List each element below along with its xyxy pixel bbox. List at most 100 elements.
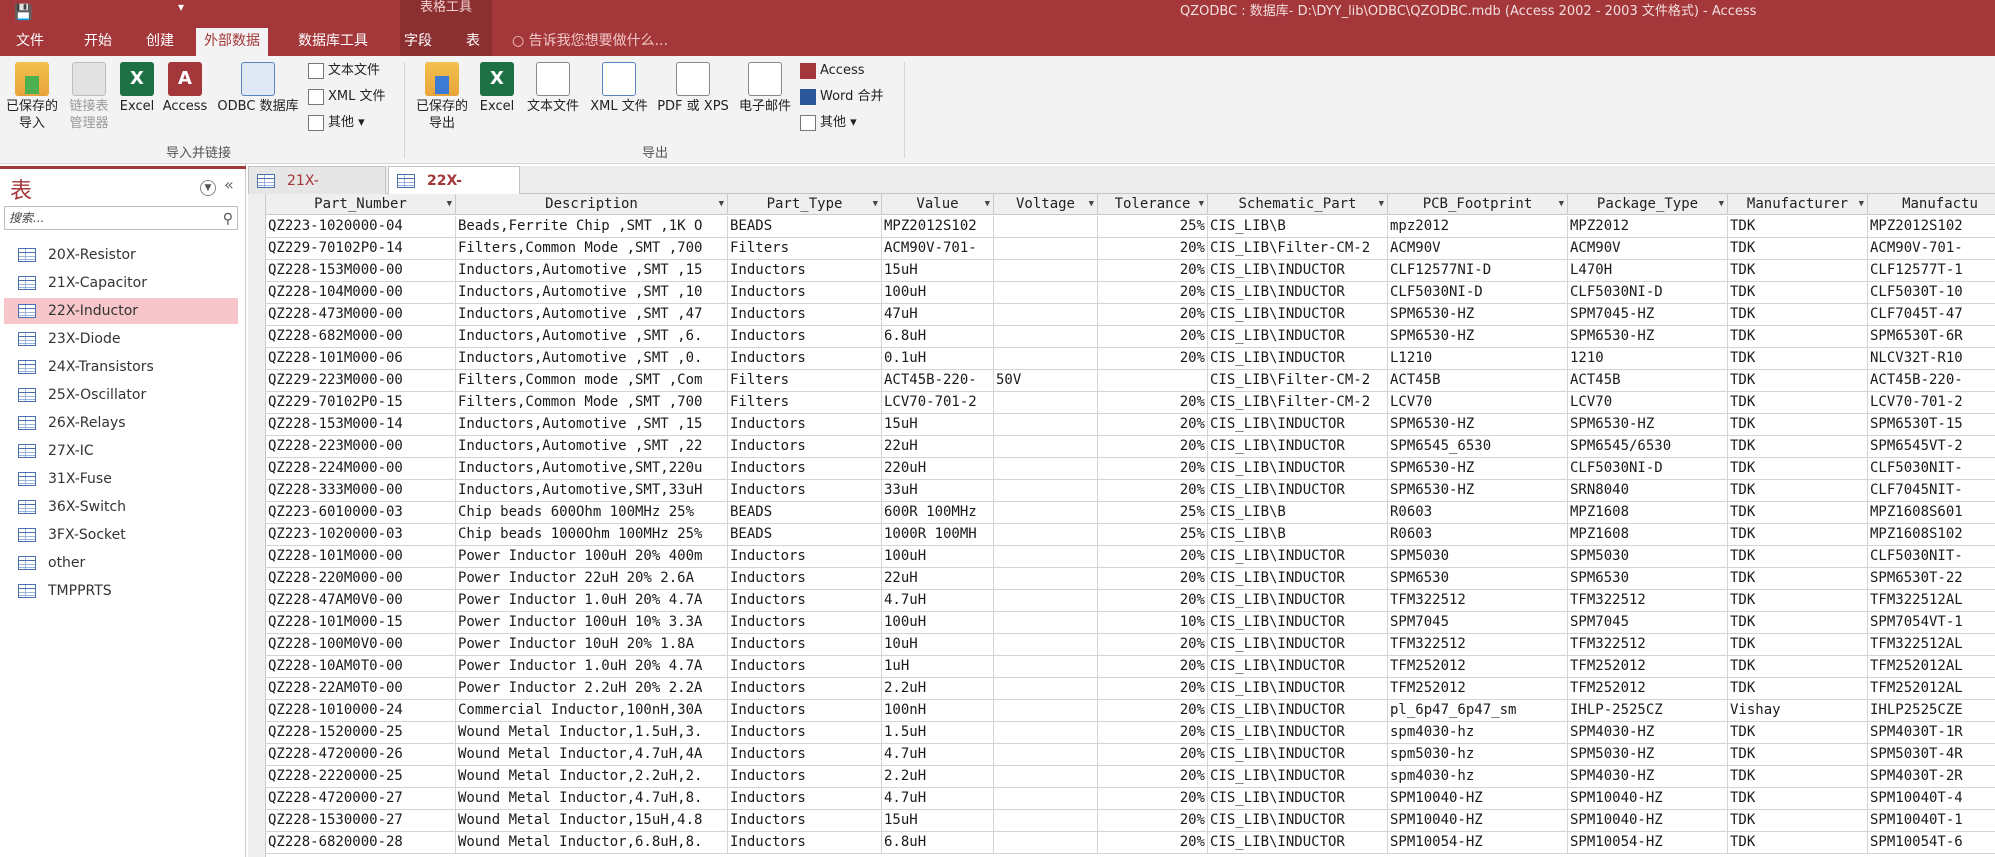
table-cell[interactable]: Inductors [728, 480, 882, 502]
table-row[interactable]: QZ228-22AM0T0-00 Power Inductor 2.2uH 20%… [248, 678, 1995, 700]
email-button[interactable]: 电子邮件 [734, 62, 796, 115]
table-cell[interactable]: TDK [1728, 282, 1868, 304]
table-cell[interactable]: CIS_LIB\INDUCTOR [1208, 612, 1388, 634]
table-cell[interactable] [1098, 370, 1208, 392]
table-cell[interactable]: CIS_LIB\INDUCTOR [1208, 326, 1388, 348]
table-cell[interactable]: pl_6p47_6p47_sm [1388, 700, 1568, 722]
table-cell[interactable]: SPM6530T-6R [1868, 326, 1995, 348]
table-cell[interactable] [994, 282, 1098, 304]
table-cell[interactable]: R0603 [1388, 502, 1568, 524]
table-cell[interactable]: MPZ2012S102 [882, 216, 994, 238]
table-cell[interactable]: 15uH [882, 260, 994, 282]
table-cell[interactable]: SPM4030T-1R [1868, 722, 1995, 744]
export-xml-button[interactable]: XML 文件 [586, 62, 652, 115]
table-cell[interactable]: CLF5030NIT- [1868, 546, 1995, 568]
table-cell[interactable]: SPM6530T-15 [1868, 414, 1995, 436]
linked-table-manager-button[interactable]: 链接表 管理器 [64, 62, 114, 132]
table-cell[interactable]: TDK [1728, 304, 1868, 326]
table-cell[interactable]: Chip beads 1000Ohm 100MHz 25% [456, 524, 728, 546]
table-cell[interactable]: 100uH [882, 612, 994, 634]
table-cell[interactable]: Inductors [728, 766, 882, 788]
table-cell[interactable]: 20% [1098, 590, 1208, 612]
export-excel-button[interactable]: X Excel [476, 62, 518, 115]
table-cell[interactable]: SPM6530 [1568, 568, 1728, 590]
table-cell[interactable]: TFM252012 [1388, 678, 1568, 700]
table-cell[interactable]: LCV70 [1568, 392, 1728, 414]
table-row[interactable]: QZ228-47AM0V0-00 Power Inductor 1.0uH 20%… [248, 590, 1995, 612]
table-cell[interactable]: 20% [1098, 568, 1208, 590]
table-row[interactable]: QZ228-1530000-27 Wound Metal Inductor,15u… [248, 810, 1995, 832]
column-filter-arrow-icon[interactable]: ▼ [1089, 194, 1094, 214]
nav-table-item[interactable]: 25X-Oscillator [4, 382, 238, 408]
table-cell[interactable] [994, 436, 1098, 458]
customize-quick-access-icon[interactable]: ▾ [178, 0, 184, 14]
table-cell[interactable]: 1.5uH [882, 722, 994, 744]
table-cell[interactable] [994, 546, 1098, 568]
table-cell[interactable]: QZ229-70102P0-15 [266, 392, 456, 414]
table-cell[interactable]: TDK [1728, 480, 1868, 502]
table-cell[interactable]: 100uH [882, 282, 994, 304]
column-header[interactable]: Package_Type ▼ [1568, 194, 1728, 215]
table-cell[interactable]: TDK [1728, 546, 1868, 568]
table-cell[interactable]: QZ228-22AM0T0-00 [266, 678, 456, 700]
table-cell[interactable]: QZ228-10AM0T0-00 [266, 656, 456, 678]
table-cell[interactable]: TFM252012 [1568, 656, 1728, 678]
table-cell[interactable]: TFM252012AL [1868, 656, 1995, 678]
table-cell[interactable]: Power Inductor 2.2uH 20% 2.2A [456, 678, 728, 700]
import-xml-button[interactable]: XML 文件 [308, 86, 386, 108]
table-cell[interactable]: TDK [1728, 414, 1868, 436]
table-cell[interactable]: 20% [1098, 326, 1208, 348]
table-cell[interactable]: Inductors [728, 304, 882, 326]
table-cell[interactable]: TFM252012AL [1868, 678, 1995, 700]
table-cell[interactable]: Inductors [728, 260, 882, 282]
table-cell[interactable]: QZ229-70102P0-14 [266, 238, 456, 260]
table-cell[interactable]: CLF5030NI-D [1568, 282, 1728, 304]
tab-home[interactable]: 开始 [76, 28, 120, 56]
table-cell[interactable]: SPM10040-HZ [1388, 810, 1568, 832]
table-cell[interactable]: QZ228-101M000-00 [266, 546, 456, 568]
table-cell[interactable]: TDK [1728, 744, 1868, 766]
table-cell[interactable]: L1210 [1388, 348, 1568, 370]
table-row[interactable]: QZ228-101M000-15 Power Inductor 100uH 10%… [248, 612, 1995, 634]
table-cell[interactable]: QZ223-1020000-03 [266, 524, 456, 546]
table-cell[interactable]: Inductors [728, 634, 882, 656]
table-cell[interactable]: Inductors [728, 348, 882, 370]
table-cell[interactable]: Inductors [728, 788, 882, 810]
table-cell[interactable]: Inductors,Automotive ,SMT ,47 [456, 304, 728, 326]
table-cell[interactable]: R0603 [1388, 524, 1568, 546]
saved-imports-button[interactable]: 已保存的 导入 [2, 62, 62, 132]
table-row[interactable]: QZ228-473M000-00 Inductors,Automotive ,SM… [248, 304, 1995, 326]
import-excel-button[interactable]: X Excel [116, 62, 158, 115]
nav-search-input[interactable]: 搜索... ⚲ [4, 206, 238, 230]
column-header[interactable]: Part_Type ▼ [728, 194, 882, 215]
table-cell[interactable]: CIS_LIB\INDUCTOR [1208, 744, 1388, 766]
table-cell[interactable]: 4.7uH [882, 744, 994, 766]
table-cell[interactable]: TFM322512AL [1868, 590, 1995, 612]
table-cell[interactable]: QZ228-47AM0V0-00 [266, 590, 456, 612]
nav-table-item[interactable]: 26X-Relays [4, 410, 238, 436]
table-cell[interactable] [994, 392, 1098, 414]
table-cell[interactable]: TDK [1728, 832, 1868, 854]
table-cell[interactable]: 20% [1098, 810, 1208, 832]
table-cell[interactable]: CIS_LIB\Filter-CM-2 [1208, 238, 1388, 260]
table-cell[interactable]: CIS_LIB\INDUCTOR [1208, 480, 1388, 502]
collapse-pane-icon[interactable]: « [224, 175, 234, 194]
table-cell[interactable]: SPM6530-HZ [1388, 480, 1568, 502]
table-cell[interactable] [994, 810, 1098, 832]
table-cell[interactable]: Beads,Ferrite Chip ,SMT ,1K O [456, 216, 728, 238]
table-cell[interactable]: TDK [1728, 678, 1868, 700]
table-cell[interactable]: 1000R 100MH [882, 524, 994, 546]
table-cell[interactable]: LCV70-701-2 [1868, 392, 1995, 414]
table-cell[interactable]: Wound Metal Inductor,6.8uH,8. [456, 832, 728, 854]
table-row[interactable]: QZ228-153M000-00 Inductors,Automotive ,SM… [248, 260, 1995, 282]
table-cell[interactable]: SPM10054-HZ [1388, 832, 1568, 854]
table-cell[interactable]: 20% [1098, 458, 1208, 480]
table-cell[interactable]: TFM322512 [1568, 590, 1728, 612]
table-cell[interactable]: 20% [1098, 260, 1208, 282]
table-cell[interactable]: 20% [1098, 392, 1208, 414]
table-cell[interactable]: TFM322512 [1568, 634, 1728, 656]
export-text-button[interactable]: 文本文件 [522, 62, 584, 115]
table-cell[interactable]: 25% [1098, 524, 1208, 546]
table-cell[interactable] [994, 590, 1098, 612]
table-cell[interactable]: Power Inductor 1.0uH 20% 4.7A [456, 590, 728, 612]
